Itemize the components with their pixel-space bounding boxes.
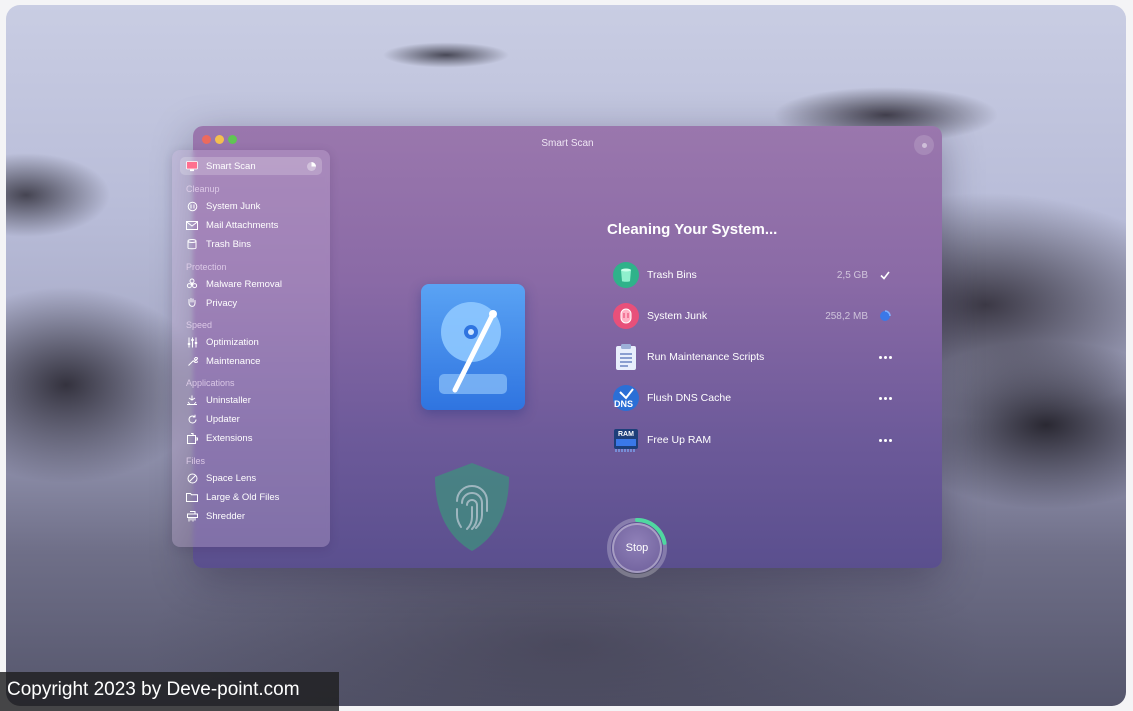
task-name: Run Maintenance Scripts bbox=[647, 351, 765, 363]
sidebar-item-privacy[interactable]: Privacy bbox=[180, 294, 322, 312]
sliders-icon bbox=[186, 336, 198, 348]
assistant-button[interactable] bbox=[914, 135, 934, 155]
page-title: Cleaning Your System... bbox=[607, 221, 778, 238]
wrench-icon bbox=[186, 355, 198, 367]
more-options-icon[interactable] bbox=[878, 391, 892, 405]
sidebar-item-space-lens[interactable]: Space Lens bbox=[180, 469, 322, 487]
task-row-free-up-ram: RAM Free Up RAM bbox=[612, 426, 892, 454]
clipboard-icon bbox=[612, 343, 640, 371]
sidebar: Smart Scan Cleanup System Junk Mail Atta… bbox=[172, 150, 330, 547]
task-name: Trash Bins bbox=[647, 269, 697, 281]
window-title: Smart Scan bbox=[541, 138, 594, 149]
task-row-maintenance-scripts: Run Maintenance Scripts bbox=[612, 343, 892, 371]
sidebar-item-label: Updater bbox=[206, 413, 240, 425]
sidebar-item-maintenance[interactable]: Maintenance bbox=[180, 352, 322, 370]
task-size: 258,2 MB bbox=[825, 310, 868, 322]
sidebar-item-label: Mail Attachments bbox=[206, 219, 279, 231]
sidebar-heading-cleanup: Cleanup bbox=[186, 184, 220, 194]
folder-icon bbox=[186, 491, 198, 503]
ram-icon-label: RAM bbox=[618, 431, 634, 438]
more-options-icon[interactable] bbox=[878, 433, 892, 447]
sidebar-item-extensions[interactable]: Extensions bbox=[180, 429, 322, 447]
dns-icon-label: DNS bbox=[614, 399, 634, 409]
task-name: Flush DNS Cache bbox=[647, 392, 732, 404]
dns-icon: DNS bbox=[612, 384, 640, 412]
sidebar-item-label: Optimization bbox=[206, 336, 259, 348]
more-options-icon[interactable] bbox=[878, 350, 892, 364]
sidebar-item-system-junk[interactable]: System Junk bbox=[180, 197, 322, 215]
uninstaller-icon bbox=[186, 394, 198, 406]
sidebar-item-mail-attachments[interactable]: Mail Attachments bbox=[180, 216, 322, 234]
sidebar-heading-applications: Applications bbox=[186, 378, 235, 388]
trash-bin-icon bbox=[612, 261, 640, 289]
sidebar-item-label: Malware Removal bbox=[206, 278, 283, 290]
hand-icon bbox=[186, 297, 198, 309]
ram-icon: RAM bbox=[612, 426, 640, 454]
mail-icon bbox=[186, 219, 198, 231]
sidebar-item-label: Privacy bbox=[206, 297, 238, 309]
task-name: Free Up RAM bbox=[647, 434, 712, 446]
monitor-icon bbox=[186, 160, 198, 172]
junk-icon bbox=[186, 200, 198, 212]
extensions-icon bbox=[186, 432, 198, 444]
sidebar-heading-speed: Speed bbox=[186, 320, 213, 330]
task-size: 2,5 GB bbox=[836, 269, 868, 281]
scan-progress-indicator bbox=[307, 161, 316, 171]
task-row-trash-bins: Trash Bins 2,5 GB bbox=[612, 261, 892, 289]
updater-icon bbox=[186, 413, 198, 425]
sidebar-item-shredder[interactable]: Shredder bbox=[180, 507, 322, 525]
sidebar-item-updater[interactable]: Updater bbox=[180, 410, 322, 428]
fingerprint-shield-icon bbox=[431, 461, 513, 553]
sidebar-item-label: Uninstaller bbox=[206, 394, 251, 406]
sidebar-heading-files: Files bbox=[186, 456, 206, 466]
biohazard-icon bbox=[186, 278, 198, 290]
sidebar-item-label: Trash Bins bbox=[206, 238, 252, 250]
stop-button[interactable]: Stop bbox=[612, 523, 662, 573]
checkmark-icon bbox=[878, 268, 892, 282]
sidebar-item-optimization[interactable]: Optimization bbox=[180, 333, 322, 351]
system-junk-icon bbox=[612, 302, 640, 330]
task-row-flush-dns: DNS Flush DNS Cache bbox=[612, 384, 892, 412]
sidebar-item-label: Extensions bbox=[206, 432, 253, 444]
sidebar-item-trash-bins[interactable]: Trash Bins bbox=[180, 235, 322, 253]
shredder-icon bbox=[186, 510, 198, 522]
sidebar-item-label: Maintenance bbox=[206, 355, 261, 367]
scan-progress-ring: Stop bbox=[606, 517, 668, 579]
sidebar-item-label: Shredder bbox=[206, 510, 246, 522]
task-name: System Junk bbox=[647, 310, 708, 322]
lens-icon bbox=[186, 472, 198, 484]
sidebar-item-label: System Junk bbox=[206, 200, 261, 212]
sidebar-item-smart-scan[interactable]: Smart Scan bbox=[180, 157, 322, 175]
progress-spinner-icon bbox=[878, 309, 892, 323]
sidebar-item-label: Large & Old Files bbox=[206, 491, 280, 503]
sidebar-item-malware-removal[interactable]: Malware Removal bbox=[180, 275, 322, 293]
hard-drive-icon bbox=[421, 284, 525, 410]
sidebar-item-uninstaller[interactable]: Uninstaller bbox=[180, 391, 322, 409]
copyright-watermark: Copyright 2023 by Deve-point.com bbox=[0, 672, 339, 711]
task-row-system-junk: System Junk 258,2 MB bbox=[612, 302, 892, 330]
sidebar-item-label: Space Lens bbox=[206, 472, 257, 484]
sidebar-item-large-old-files[interactable]: Large & Old Files bbox=[180, 488, 322, 506]
sidebar-item-label: Smart Scan bbox=[206, 160, 256, 172]
sidebar-heading-protection: Protection bbox=[186, 262, 227, 272]
trash-icon bbox=[186, 238, 198, 250]
